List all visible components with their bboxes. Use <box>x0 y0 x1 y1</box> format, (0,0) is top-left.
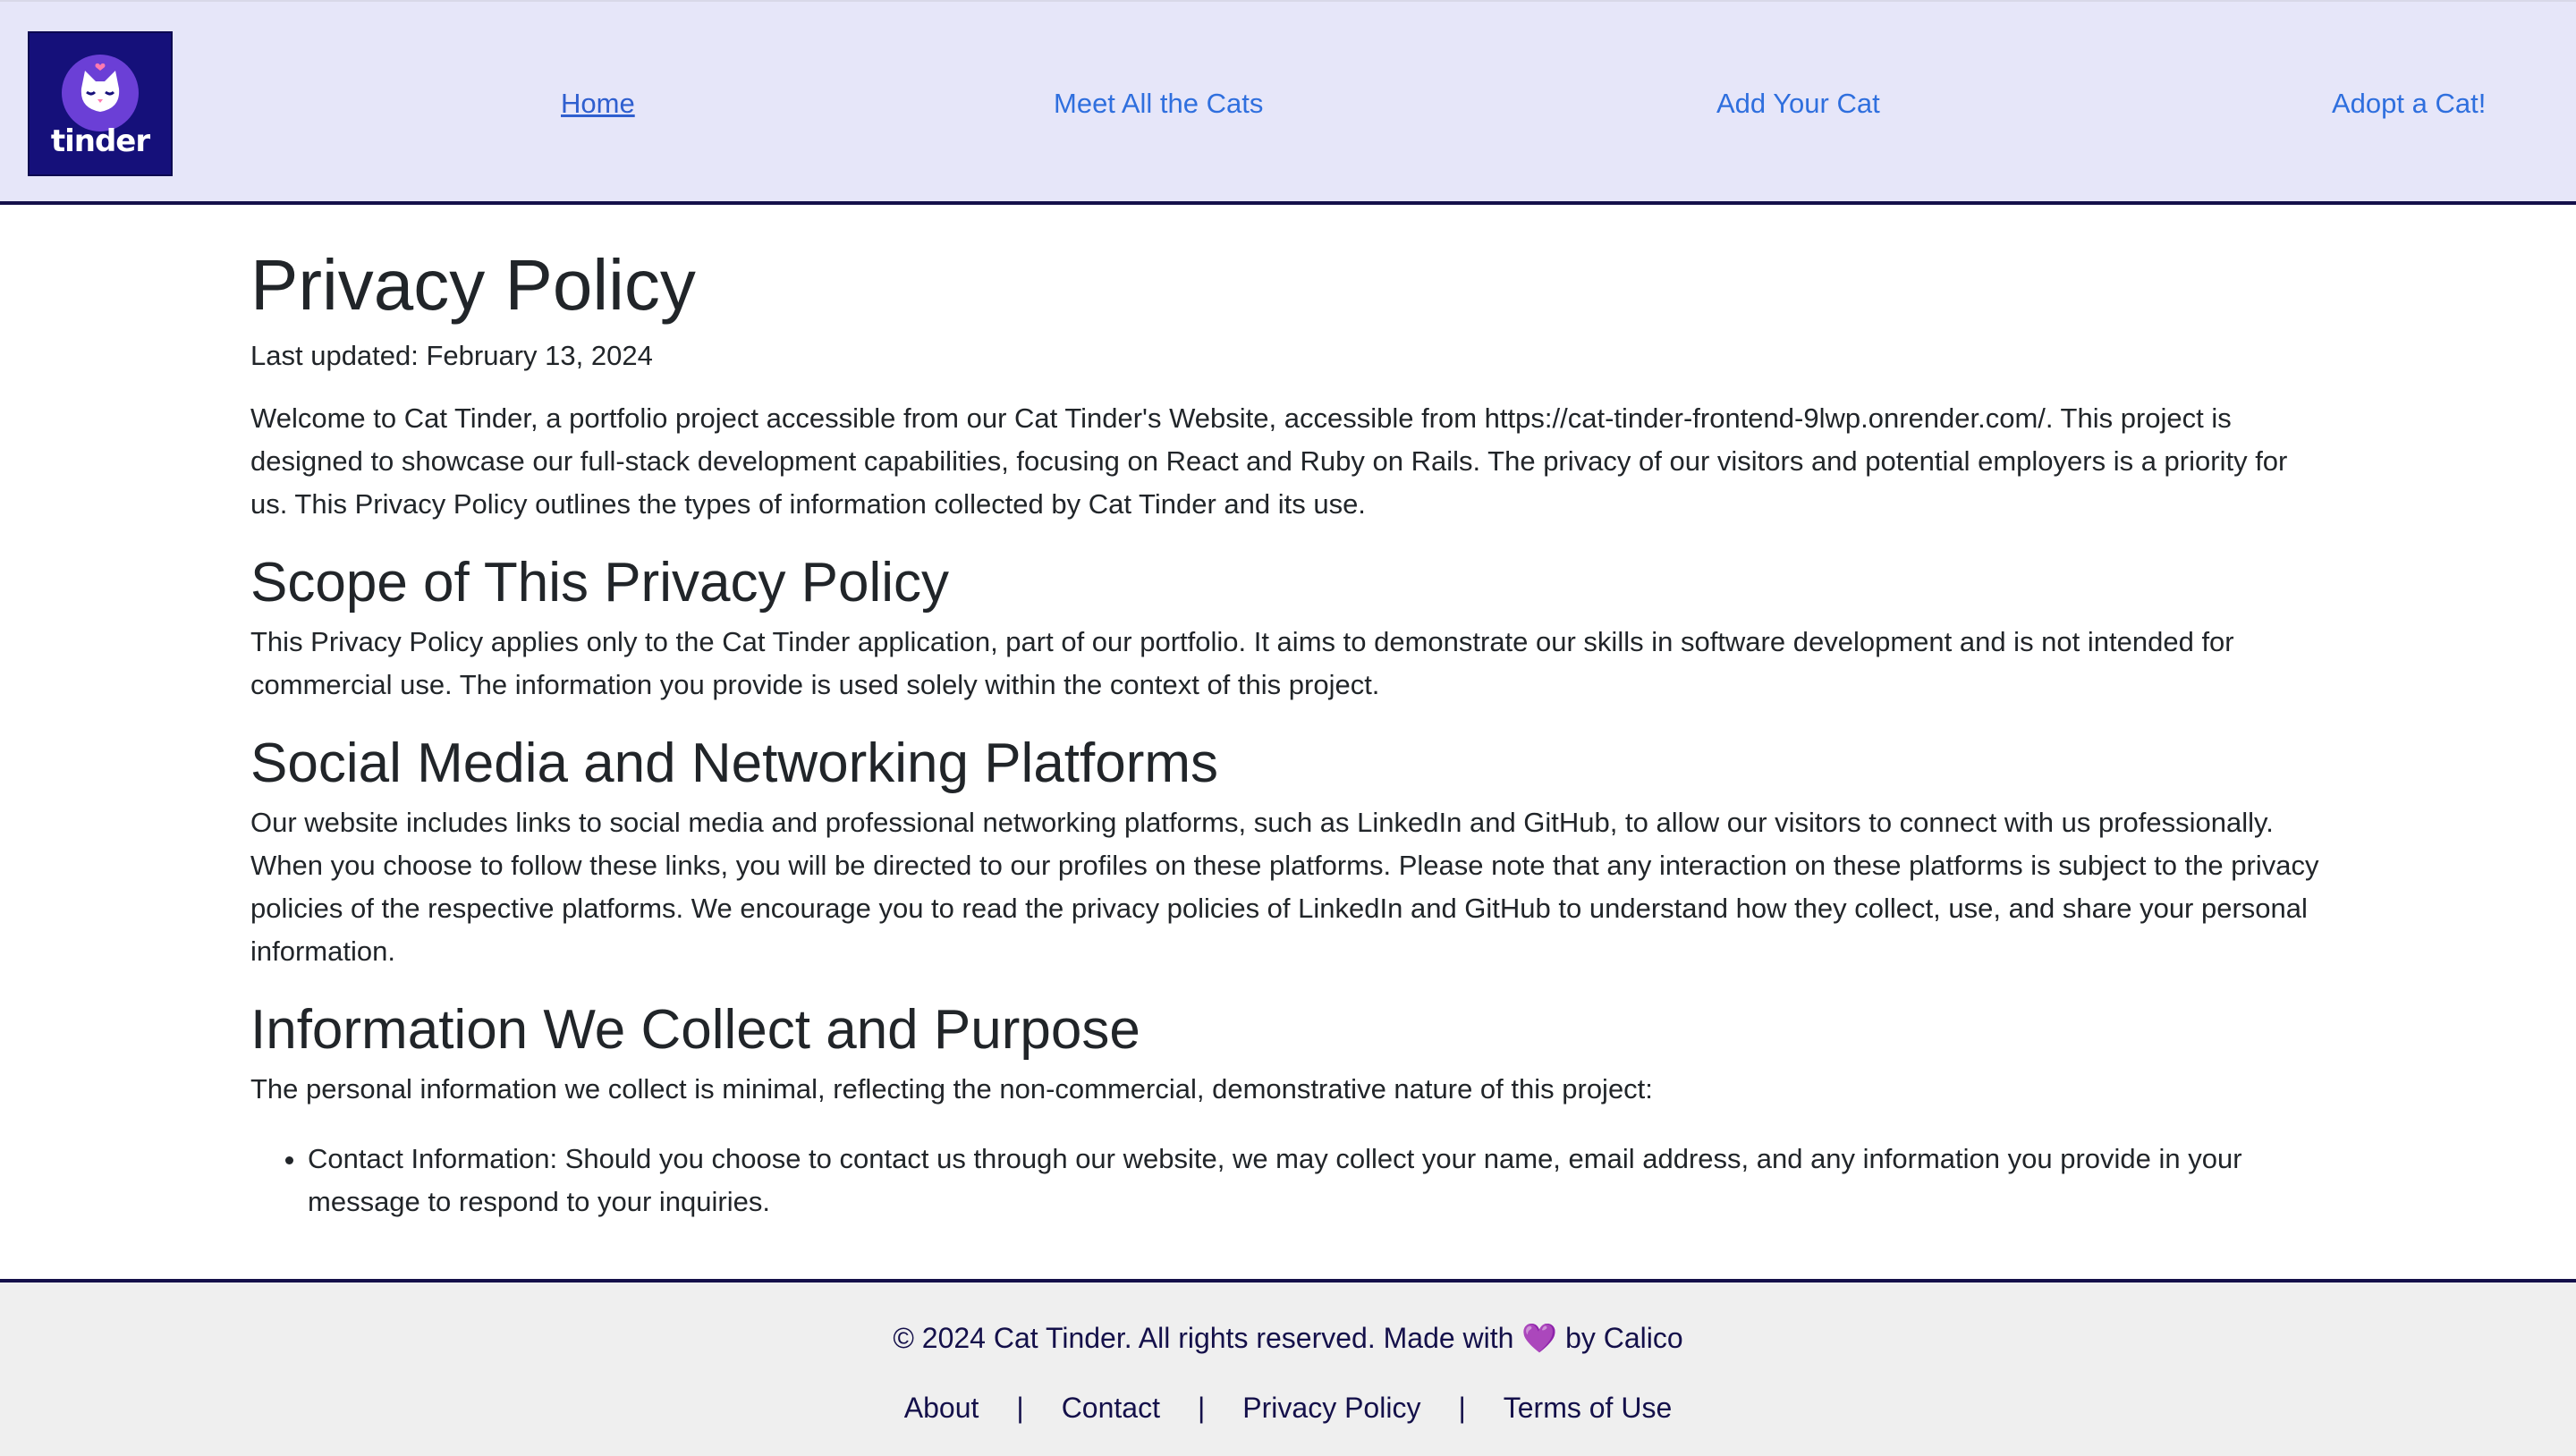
section-body-information-collect: The personal information we collect is m… <box>250 1073 1653 1105</box>
last-updated-text: Last updated: February 13, 2024 <box>250 340 653 371</box>
cat-face-icon <box>62 55 139 131</box>
footer-separator: | <box>1016 1392 1024 1424</box>
section-heading-scope: Scope of This Privacy Policy <box>250 552 950 614</box>
purple-heart-icon: 💜 <box>1521 1322 1558 1354</box>
copyright-text: © 2024 Cat Tinder. All rights reserved. … <box>0 1320 2576 1356</box>
cat-tinder-logo[interactable]: tinder <box>28 31 173 176</box>
top-navbar: tinder Home Meet All the Cats Add Your C… <box>0 0 2576 205</box>
section-heading-information-collect: Information We Collect and Purpose <box>250 999 1140 1061</box>
site-footer: © 2024 Cat Tinder. All rights reserved. … <box>0 1279 2576 1456</box>
information-list: Contact Information: Should you choose t… <box>250 1138 2326 1223</box>
section-heading-social-media: Social Media and Networking Platforms <box>250 732 1219 794</box>
copyright-suffix: by Calico <box>1557 1322 1683 1354</box>
section-body-social-media: Our website includes links to social med… <box>250 807 2319 967</box>
footer-separator: | <box>1197 1392 1206 1424</box>
logo-wordmark: tinder <box>50 123 150 159</box>
page-title: Privacy Policy <box>250 245 696 325</box>
copyright-prefix: © 2024 Cat Tinder. All rights reserved. … <box>893 1322 1522 1354</box>
footer-separator: | <box>1458 1392 1466 1424</box>
list-item: Contact Information: Should you choose t… <box>308 1138 2326 1223</box>
nav-link-adopt-a-cat[interactable]: Adopt a Cat! <box>2332 88 2486 120</box>
nav-link-home[interactable]: Home <box>561 88 635 120</box>
footer-link-about[interactable]: About <box>904 1390 979 1426</box>
footer-link-contact[interactable]: Contact <box>1062 1390 1160 1426</box>
intro-paragraph: Welcome to Cat Tinder, a portfolio proje… <box>250 402 2288 520</box>
footer-links: About | Contact | Privacy Policy | Terms… <box>0 1390 2576 1426</box>
nav-link-meet-all-cats[interactable]: Meet All the Cats <box>1054 88 1263 120</box>
privacy-policy-content: Privacy Policy Last updated: February 13… <box>250 205 2326 1281</box>
footer-link-privacy-policy[interactable]: Privacy Policy <box>1242 1390 1420 1426</box>
footer-link-terms-of-use[interactable]: Terms of Use <box>1504 1390 1672 1426</box>
nav-link-add-your-cat[interactable]: Add Your Cat <box>1716 88 1880 120</box>
section-body-scope: This Privacy Policy applies only to the … <box>250 626 2234 700</box>
